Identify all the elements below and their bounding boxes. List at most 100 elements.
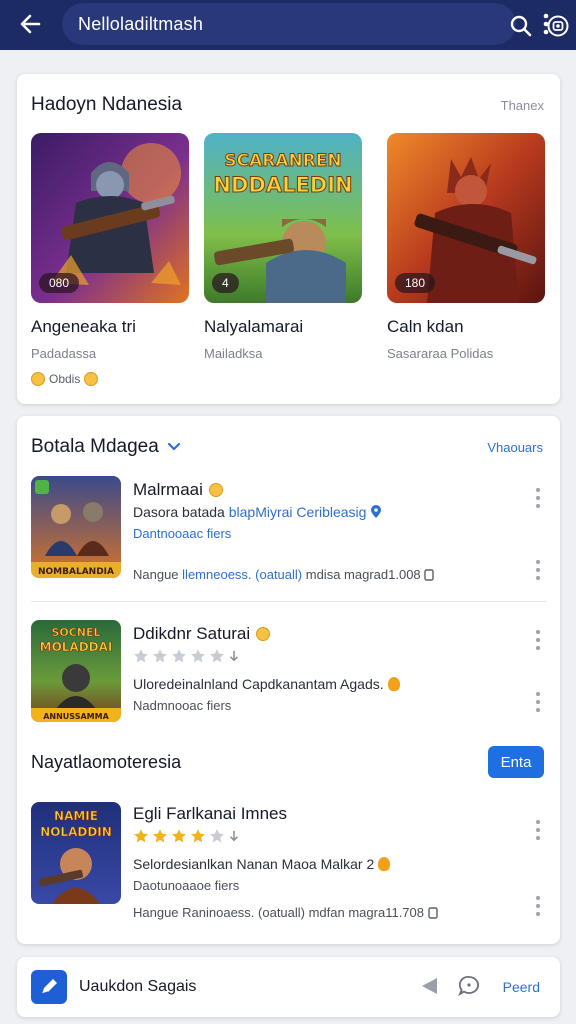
- chevron-down-icon: [167, 442, 180, 451]
- thumbnail-caption: NOMBALANDIA: [38, 567, 114, 577]
- more-vertical-icon[interactable]: [534, 818, 542, 842]
- tile-badge: 180: [395, 273, 436, 293]
- game-tile[interactable]: 080: [31, 133, 189, 303]
- game-art-title: SCARANREN: [224, 151, 341, 171]
- app-subtitle: Nadmnooac fiers: [133, 698, 232, 713]
- search-icon[interactable]: [508, 13, 534, 39]
- star-icon: [172, 829, 186, 843]
- list-item[interactable]: NAMIE NOLADDIN Egli Farlkanai Imnes Selo…: [17, 802, 560, 922]
- app-meta: Nangue llemneoess. (oatuall) mdisa magra…: [133, 567, 434, 582]
- app-title: Malrmaai: [133, 480, 223, 500]
- game-art-title: NDDALEDIN: [213, 173, 352, 197]
- emoji-icon: [256, 627, 271, 641]
- anchor-icon: [230, 650, 238, 662]
- app-meta: Hangue Raninoaess. (oatuall) mdfan magra…: [133, 905, 438, 920]
- thumbnail-title: SOCNEL: [51, 626, 100, 639]
- thumbnail-title: NAMIE: [54, 809, 98, 823]
- game-tile[interactable]: 180: [387, 133, 545, 303]
- star-rating: [133, 828, 240, 844]
- star-icon: [134, 649, 148, 663]
- app-desc-link[interactable]: blapMiyrai Ceribleasig: [229, 504, 367, 520]
- app-subtitle: Daotunoaaoe fiers: [133, 878, 240, 893]
- app-desc-prefix: Dasora batada: [133, 504, 225, 520]
- game-title[interactable]: Angeneaka tri: [31, 317, 136, 337]
- app-meta-suffix: mdisa magrad1.008: [305, 567, 421, 582]
- tile-badge: 4: [212, 273, 239, 293]
- list-section-header[interactable]: Botala Mdagea: [31, 436, 181, 458]
- game-tile[interactable]: SCARANREN NDDALEDIN 4: [204, 133, 362, 303]
- list-item[interactable]: NOMBALANDIA Malrmaai Dasora batada blapM…: [17, 476, 560, 596]
- pen-icon[interactable]: [31, 970, 67, 1004]
- subsection-title: Nayatlaomoteresia: [31, 752, 182, 772]
- flame-icon: [387, 677, 400, 691]
- chat-icon[interactable]: [457, 974, 481, 998]
- game-developer: Sasararaa Polidas: [387, 346, 494, 361]
- game-title[interactable]: Nalyalamarai: [204, 317, 303, 337]
- emoji-icon: [208, 483, 223, 497]
- app-title-text: Malrmaai: [133, 480, 203, 499]
- more-vertical-icon[interactable]: [534, 486, 542, 510]
- bottom-bar-label[interactable]: Uaukdon Sagais: [79, 978, 196, 996]
- bottom-bar-link[interactable]: Peerd: [503, 979, 540, 995]
- thumbnail-title: NOLADDIN: [40, 825, 112, 839]
- app-desc-text: Uloredeinalnland Capdkanantam Agads.: [133, 676, 384, 692]
- divider: [31, 601, 546, 602]
- emoji-icon: [84, 372, 99, 386]
- star-icon: [210, 649, 224, 663]
- more-vertical-icon[interactable]: [534, 690, 542, 714]
- download-icon: [230, 830, 238, 842]
- star-icon: [191, 649, 205, 663]
- star-rating: [133, 648, 240, 664]
- app-title: Ddikdnr Saturai: [133, 624, 271, 644]
- app-meta-link[interactable]: llemneoess. (oatuall): [182, 567, 302, 582]
- app-desc-text: Selordesianlkan Nanan Maoa Malkar 2: [133, 856, 375, 872]
- app-title-text: Ddikdnr Saturai: [133, 624, 251, 643]
- list-section-title: Botala Mdagea: [31, 436, 159, 457]
- star-icon: [172, 649, 186, 663]
- thumbnail-caption: ANNUSSAMMA: [43, 712, 109, 721]
- star-icon: [153, 649, 167, 663]
- triangle-left-icon[interactable]: [419, 975, 441, 997]
- featured-card: Hadoyn Ndanesia Thanex 080 SCARANREN NDD…: [17, 74, 560, 404]
- list-more-link[interactable]: Vhaouars: [487, 440, 543, 455]
- clipboard-icon: [424, 569, 434, 581]
- tile-badge: 080: [39, 273, 80, 293]
- list-item[interactable]: SOCNEL MOLADDAI ANNUSSAMMA Ddikdnr Satur…: [17, 620, 560, 724]
- emoji-icon: [31, 372, 45, 386]
- app-title: Egli Farlkanai Imnes: [133, 804, 288, 823]
- rating-text: Obdis: [49, 372, 81, 386]
- game-developer: Mailadksa: [204, 346, 263, 361]
- arrow-left-icon[interactable]: [14, 8, 46, 40]
- app-description: Uloredeinalnland Capdkanantam Agads.: [133, 676, 400, 692]
- app-thumbnail: SOCNEL MOLADDAI ANNUSSAMMA: [31, 620, 121, 722]
- subsection-header: Nayatlaomoteresia Enta: [17, 734, 560, 790]
- bottom-bar: Uaukdon Sagais Peerd: [17, 957, 560, 1017]
- featured-more-link[interactable]: Thanex: [501, 98, 544, 113]
- app-description: Selordesianlkan Nanan Maoa Malkar 2: [133, 856, 391, 872]
- app-header: Nelloladiltmash: [0, 0, 576, 50]
- more-vertical-icon[interactable]: [534, 628, 542, 652]
- enter-button[interactable]: Enta: [488, 746, 544, 778]
- more-vertical-icon[interactable]: [534, 894, 542, 918]
- featured-title: Hadoyn Ndanesia: [31, 94, 183, 115]
- app-meta-text: Hangue Raninoaess. (oatuall) mdfan magra…: [133, 905, 424, 920]
- app-description: Dasora batada blapMiyrai Ceribleasig: [133, 504, 382, 520]
- flame-icon: [378, 857, 391, 871]
- location-pin-icon: [371, 505, 382, 518]
- more-vertical-icon[interactable]: [534, 11, 558, 37]
- search-query-text: Nelloladiltmash: [78, 14, 204, 34]
- game-rating: Obdis: [31, 372, 99, 386]
- star-icon: [210, 829, 224, 843]
- thumbnail-title: MOLADDAI: [40, 640, 113, 654]
- star-icon: [191, 829, 205, 843]
- app-subtitle[interactable]: Dantnooaac fiers: [133, 526, 231, 541]
- search-field[interactable]: Nelloladiltmash: [62, 3, 569, 45]
- star-icon: [134, 829, 148, 843]
- game-developer: Padadassa: [31, 346, 97, 361]
- clipboard-icon: [427, 907, 438, 919]
- game-title[interactable]: Caln kdan: [387, 317, 464, 337]
- list-card: Botala Mdagea Vhaouars NOMBALANDIA Malrm…: [17, 416, 560, 944]
- star-icon: [153, 829, 167, 843]
- more-vertical-icon[interactable]: [534, 558, 542, 582]
- app-thumbnail: NAMIE NOLADDIN: [31, 802, 121, 904]
